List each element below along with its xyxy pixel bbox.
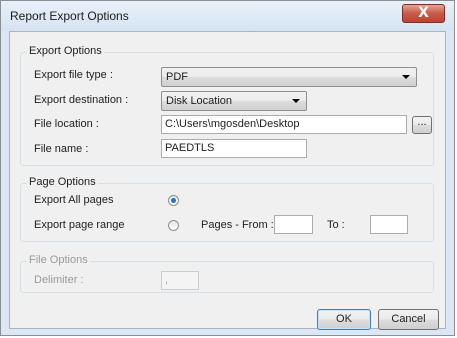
file-type-label: Export file type : [34,69,113,81]
all-pages-label: Export All pages [34,194,114,206]
page-range-label: Export page range [34,219,125,231]
dialog-title: Report Export Options [10,9,129,23]
title-bar[interactable]: Report Export Options X [1,1,454,31]
dialog-client-area: Export Options Export file type : PDF Ex… [9,31,446,330]
chevron-down-icon [402,75,410,79]
file-location-label: File location : [34,118,99,130]
destination-select[interactable]: Disk Location [161,91,307,111]
browse-button[interactable]: ... [412,116,432,134]
file-location-input[interactable]: C:\Users\mgosden\Desktop [161,115,407,134]
delimiter-value: , [165,274,169,286]
to-input[interactable] [370,215,408,234]
delimiter-input[interactable]: , [161,271,199,290]
report-export-options-dialog: Report Export Options X Export Options E… [0,0,455,336]
export-options-title: Export Options [27,45,104,57]
file-location-value: C:\Users\mgosden\Desktop [165,118,300,130]
file-type-value: PDF [166,71,188,83]
cancel-label: Cancel [391,313,426,325]
page-range-radio[interactable] [168,220,179,231]
delimiter-label: Delimiter : [34,274,84,286]
close-button[interactable]: X [402,4,445,23]
from-input[interactable] [274,215,313,234]
destination-label: Export destination : [34,94,129,106]
to-label: To : [327,219,345,231]
file-type-select[interactable]: PDF [161,67,417,87]
page-options-title: Page Options [27,176,98,188]
cancel-button[interactable]: Cancel [378,309,439,330]
browse-label: ... [417,116,427,128]
file-name-label: File name : [34,143,89,155]
chevron-down-icon [292,99,300,103]
destination-value: Disk Location [166,95,233,107]
file-options-title: File Options [27,254,90,266]
close-icon: X [418,5,429,21]
all-pages-radio[interactable] [168,195,179,206]
radio-selected-dot [171,198,176,203]
ok-label: OK [336,313,352,325]
file-name-value: PAEDTLS [165,142,215,154]
file-name-input[interactable]: PAEDTLS [161,139,307,158]
from-label: Pages - From : [201,219,274,231]
ok-button[interactable]: OK [317,309,371,330]
